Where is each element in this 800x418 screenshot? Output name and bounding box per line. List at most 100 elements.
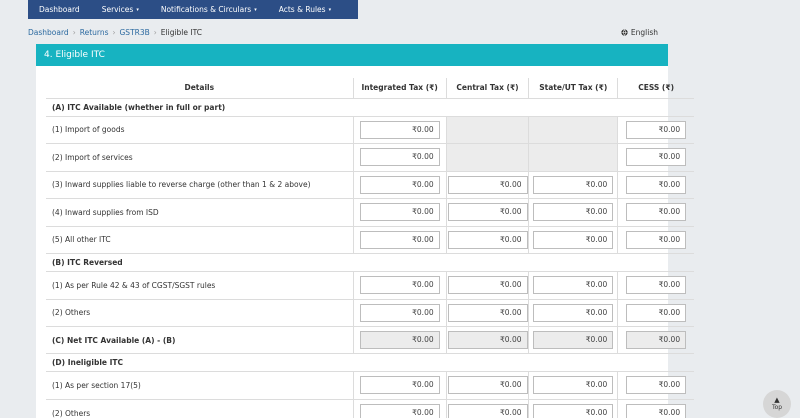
sec-17-5-cgst-input[interactable]: ₹0.00	[447, 376, 528, 395]
disabled-cell	[528, 115, 618, 144]
rule-42-43-cess-input[interactable]: ₹0.00	[626, 276, 687, 295]
language-selector[interactable]: English	[621, 28, 658, 37]
disabled-cell	[528, 143, 618, 171]
sec-17-5-igst-input[interactable]: ₹0.00	[359, 376, 440, 395]
chevron-up-icon: ▲	[774, 396, 780, 404]
import-goods-cess-input[interactable]: ₹0.00	[626, 120, 687, 139]
table-row: (5) All other ITC ₹0.00 ₹0.00 ₹0.00 ₹0.0…	[46, 225, 694, 254]
all-other-sgst-input[interactable]: ₹0.00	[533, 230, 614, 249]
table-row: (1) Import of goods ₹0.00 ₹0.00	[46, 115, 694, 144]
nav-services-label: Services	[101, 5, 134, 14]
nav-acts-rules[interactable]: Acts & Rules ▾	[268, 0, 342, 19]
net-cgst-value: ₹0.00	[447, 331, 528, 349]
table-row: (4) Inward supplies from ISD ₹0.00 ₹0.00…	[46, 198, 694, 226]
globe-icon	[621, 28, 628, 36]
others-d-sgst-input[interactable]: ₹0.00	[533, 404, 614, 418]
breadcrumb: Dashboard › Returns › GSTR3B › Eligible …	[28, 28, 202, 37]
row-label: (2) Import of services	[46, 143, 354, 171]
eligible-itc-panel: Details Integrated Tax (₹) Central Tax (…	[36, 66, 694, 418]
col-header-state-ut-tax: State/UT Tax (₹)	[528, 78, 618, 99]
section-d-row: (D) Ineligible ITC	[46, 353, 694, 372]
section-b-row: (B) ITC Reversed	[46, 253, 694, 272]
breadcrumb-separator: ›	[112, 27, 116, 37]
reverse-charge-igst-input[interactable]: ₹0.00	[359, 175, 440, 194]
caret-down-icon: ▾	[136, 6, 139, 13]
top-navigation: Dashboard Services ▾ Notifications & Circ…	[28, 0, 358, 19]
row-label: (2) Others	[46, 298, 354, 327]
all-other-cess-input[interactable]: ₹0.00	[626, 230, 687, 249]
nav-notifications-label: Notifications & Circulars	[160, 5, 252, 14]
breadcrumb-returns[interactable]: Returns	[80, 28, 109, 37]
breadcrumb-current: Eligible ITC	[160, 27, 202, 37]
col-header-integrated-tax: Integrated Tax (₹)	[352, 78, 447, 99]
net-itc-row: (C) Net ITC Available (A) - (B) ₹0.00 ₹0…	[46, 326, 694, 354]
breadcrumb-dashboard[interactable]: Dashboard	[28, 28, 69, 37]
others-b-cgst-input[interactable]: ₹0.00	[447, 303, 528, 322]
table-row: (2) Others ₹0.00 ₹0.00 ₹0.00 ₹0.00	[46, 398, 694, 418]
breadcrumb-bar: Dashboard › Returns › GSTR3B › Eligible …	[28, 24, 668, 40]
nav-services[interactable]: Services ▾	[91, 0, 150, 19]
breadcrumb-separator: ›	[72, 27, 76, 37]
row-label: (3) Inward supplies liable to reverse ch…	[46, 170, 354, 199]
isd-igst-input[interactable]: ₹0.00	[359, 203, 440, 222]
others-b-sgst-input[interactable]: ₹0.00	[533, 303, 614, 322]
rule-42-43-sgst-input[interactable]: ₹0.00	[533, 276, 614, 295]
caret-down-icon: ▾	[254, 6, 257, 13]
nav-acts-rules-label: Acts & Rules	[278, 5, 326, 14]
others-b-cess-input[interactable]: ₹0.00	[626, 303, 687, 322]
others-b-igst-input[interactable]: ₹0.00	[359, 303, 440, 322]
net-sgst-value: ₹0.00	[533, 331, 614, 349]
back-to-top-button[interactable]: ▲ Top	[763, 390, 791, 418]
col-header-central-tax: Central Tax (₹)	[445, 78, 529, 99]
table-row: (1) As per section 17(5) ₹0.00 ₹0.00 ₹0.…	[46, 371, 694, 399]
all-other-igst-input[interactable]: ₹0.00	[359, 230, 440, 249]
isd-cess-input[interactable]: ₹0.00	[626, 203, 687, 222]
caret-down-icon: ▾	[328, 6, 332, 13]
table-row: (1) As per Rule 42 & 43 of CGST/SGST rul…	[46, 271, 694, 299]
nav-dashboard-label: Dashboard	[39, 5, 80, 14]
row-label: (2) Others	[46, 398, 354, 418]
table-header-row: Details Integrated Tax (₹) Central Tax (…	[46, 78, 694, 99]
row-label: (1) As per section 17(5)	[46, 371, 354, 399]
row-label: (5) All other ITC	[46, 225, 354, 254]
table-row: (3) Inward supplies liable to reverse ch…	[46, 170, 694, 199]
nav-dashboard[interactable]: Dashboard	[28, 0, 91, 19]
rule-42-43-cgst-input[interactable]: ₹0.00	[447, 276, 528, 295]
reverse-charge-sgst-input[interactable]: ₹0.00	[533, 175, 614, 194]
row-label: (1) As per Rule 42 & 43 of CGST/SGST rul…	[46, 271, 354, 299]
isd-sgst-input[interactable]: ₹0.00	[533, 203, 614, 222]
import-goods-igst-input[interactable]: ₹0.00	[359, 120, 440, 139]
back-to-top-label: Top	[771, 404, 783, 411]
others-d-igst-input[interactable]: ₹0.00	[359, 404, 440, 418]
row-label: (1) Import of goods	[46, 115, 354, 144]
all-other-cgst-input[interactable]: ₹0.00	[447, 230, 528, 249]
breadcrumb-gstr3b[interactable]: GSTR3B	[120, 28, 150, 37]
section-b-label: (B) ITC Reversed	[46, 253, 694, 272]
col-header-cess: CESS (₹)	[617, 78, 694, 99]
table-row: (2) Others ₹0.00 ₹0.00 ₹0.00 ₹0.00	[46, 298, 694, 327]
reverse-charge-cgst-input[interactable]: ₹0.00	[447, 175, 528, 194]
section-title-text: 4. Eligible ITC	[44, 50, 105, 60]
table-row: (2) Import of services ₹0.00 ₹0.00	[46, 143, 694, 171]
net-cess-value: ₹0.00	[626, 331, 687, 349]
reverse-charge-cess-input[interactable]: ₹0.00	[626, 175, 687, 194]
col-header-details: Details	[46, 78, 354, 99]
import-services-cess-input[interactable]: ₹0.00	[626, 148, 687, 167]
others-d-cess-input[interactable]: ₹0.00	[626, 404, 687, 418]
nav-notifications[interactable]: Notifications & Circulars ▾	[150, 0, 268, 19]
disabled-cell	[445, 143, 529, 171]
section-d-label: (D) Ineligible ITC	[46, 353, 694, 372]
section-title: 4. Eligible ITC	[36, 44, 668, 66]
import-services-igst-input[interactable]: ₹0.00	[359, 148, 440, 167]
isd-cgst-input[interactable]: ₹0.00	[447, 203, 528, 222]
sec-17-5-sgst-input[interactable]: ₹0.00	[533, 376, 614, 395]
eligible-itc-table: Details Integrated Tax (₹) Central Tax (…	[46, 78, 694, 418]
others-d-cgst-input[interactable]: ₹0.00	[447, 404, 528, 418]
breadcrumb-separator: ›	[153, 27, 157, 37]
sec-17-5-cess-input[interactable]: ₹0.00	[626, 376, 687, 395]
rule-42-43-igst-input[interactable]: ₹0.00	[359, 276, 440, 295]
row-label: (4) Inward supplies from ISD	[46, 198, 354, 226]
disabled-cell	[445, 115, 529, 144]
net-itc-label: (C) Net ITC Available (A) - (B)	[46, 326, 354, 354]
section-a-label: (A) ITC Available (whether in full or pa…	[46, 97, 694, 116]
